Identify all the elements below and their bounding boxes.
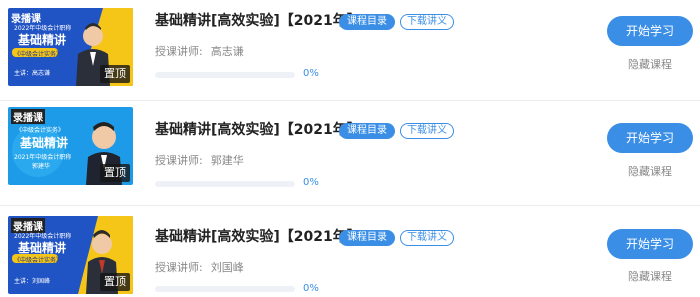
teacher-name: 刘国峰 [210,261,244,274]
teacher-info: 授课讲师: 高志谦 [155,43,244,59]
progress-percent: 0% [303,68,319,79]
teacher-name: 郭建华 [210,154,244,167]
teacher-label: 授课讲师: [155,261,203,274]
progress-percent: 0% [303,283,319,294]
thumbnail-subtitle: 2021年中级会计职称 [14,154,72,161]
start-learning-button[interactable]: 开始学习 [607,16,693,46]
course-card: 录播课 《中级会计实务》 基础精讲 2021年中级会计职称 郭建华 置顶 基础精… [0,101,700,201]
course-catalog-tag[interactable]: 课程目录 [339,14,395,30]
start-learning-button[interactable]: 开始学习 [607,229,693,259]
thumbnail-teacher-caption: 主讲：高志谦 [14,70,51,77]
thumbnail-teacher-caption: 主讲：刘国峰 [14,278,51,285]
course-catalog-tag[interactable]: 课程目录 [339,230,395,246]
course-title[interactable]: 基础精讲[高效实验]【2021年】 [155,226,361,246]
thumbnail-book: 《中级会计实务》 [16,127,65,134]
teacher-name: 高志谦 [210,45,244,58]
course-title[interactable]: 基础精讲[高效实验]【2021年】 [155,10,361,30]
thumbnail-headline: 基础精讲 [18,33,67,47]
course-thumbnail[interactable]: 录播课 2022年中级会计职称 基础精讲 《中级会计实务》 主讲：高志谦 置顶 [8,8,133,86]
progress-bar [155,181,295,187]
download-handout-tag[interactable]: 下载讲义 [400,123,454,139]
teacher-info: 授课讲师: 郭建华 [155,152,244,168]
teacher-info: 授课讲师: 刘国峰 [155,259,244,275]
thumbnail-teacher-caption: 郭建华 [32,163,51,170]
thumbnail-badge: 录播课 [11,109,45,124]
course-card: 录播课 2022年中级会计职称 基础精讲 《中级会计实务》 主讲：高志谦 置顶 … [0,0,700,100]
course-list-page: 录播课 2022年中级会计职称 基础精讲 《中级会计实务》 主讲：高志谦 置顶 … [0,0,700,297]
download-handout-tag[interactable]: 下载讲义 [400,230,454,246]
hide-course-link[interactable]: 隐藏课程 [628,163,672,179]
course-card: 录播课 2022年中级会计职称 基础精讲 《中级会计实务》 主讲：刘国峰 置顶 … [0,206,700,297]
hide-course-link[interactable]: 隐藏课程 [628,268,672,284]
thumbnail-headline: 基础精讲 [18,241,67,255]
pinned-label: 置顶 [100,273,130,291]
start-learning-button[interactable]: 开始学习 [607,123,693,153]
progress-bar [155,286,295,292]
thumbnail-headline: 基础精讲 [20,136,69,150]
progress-bar [155,72,295,78]
hide-course-link[interactable]: 隐藏课程 [628,56,672,72]
download-handout-tag[interactable]: 下载讲义 [400,14,454,30]
teacher-label: 授课讲师: [155,45,203,58]
thumbnail-book: 《中级会计实务》 [14,51,63,58]
course-thumbnail[interactable]: 录播课 2022年中级会计职称 基础精讲 《中级会计实务》 主讲：刘国峰 置顶 [8,216,133,294]
thumbnail-book: 《中级会计实务》 [14,257,63,264]
pinned-label: 置顶 [100,65,130,83]
course-thumbnail[interactable]: 录播课 《中级会计实务》 基础精讲 2021年中级会计职称 郭建华 置顶 [8,107,133,185]
course-catalog-tag[interactable]: 课程目录 [339,123,395,139]
pinned-label: 置顶 [100,164,130,182]
teacher-label: 授课讲师: [155,154,203,167]
progress-percent: 0% [303,177,319,188]
course-title[interactable]: 基础精讲[高效实验]【2021年】 [155,119,361,139]
